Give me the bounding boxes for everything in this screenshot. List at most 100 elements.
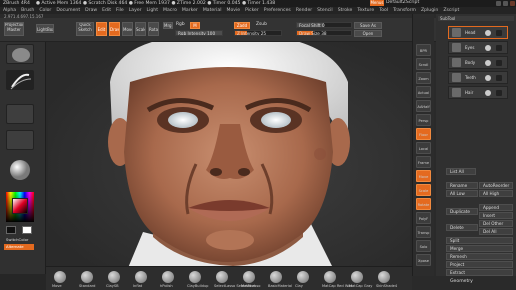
maximize-icon[interactable] — [503, 1, 508, 6]
remesh-menu[interactable]: Remesh — [446, 253, 513, 260]
rgb-intensity-slider[interactable]: Rgb Intensity 100 — [175, 30, 223, 36]
main-color-swatch[interactable] — [6, 226, 16, 234]
open-button[interactable]: Open — [354, 30, 382, 37]
save-as-button[interactable]: Save As — [354, 22, 382, 29]
zadd-button[interactable]: Zadd — [234, 22, 250, 29]
move-button[interactable]: Move — [122, 22, 133, 36]
menu-item-stencil[interactable]: Stencil — [317, 8, 333, 13]
tool-polyf-button[interactable]: PolyF — [416, 212, 431, 224]
list-all-button[interactable]: List All — [446, 168, 476, 175]
subtool-item[interactable]: Head — [448, 26, 508, 39]
m-toggle[interactable]: M — [190, 22, 200, 29]
tool-local-button[interactable]: Local — [416, 142, 431, 154]
tray-item-icon[interactable] — [351, 271, 363, 283]
menu-item-tool[interactable]: Tool — [379, 8, 388, 13]
menu-item-zscript[interactable]: Zscript — [443, 8, 459, 13]
draw-size-slider[interactable]: Draw Size 38 — [296, 30, 352, 36]
tool-bpr-button[interactable]: BPR — [416, 44, 431, 56]
zsub-button[interactable]: Zsub — [256, 22, 267, 27]
canvas-viewport[interactable] — [48, 33, 410, 268]
eye-icon[interactable] — [485, 90, 491, 96]
tool-floor-button[interactable]: Floor — [416, 128, 431, 140]
split-menu[interactable]: Split — [446, 237, 513, 244]
minimize-icon[interactable] — [496, 1, 501, 6]
eye-icon[interactable] — [485, 60, 491, 66]
menu-item-file[interactable]: File — [116, 8, 124, 13]
menu-item-draw[interactable]: Draw — [85, 8, 97, 13]
polypaint-toggle-icon[interactable] — [496, 45, 502, 51]
subtool-item[interactable]: Teeth — [448, 71, 508, 84]
autoreorder-button[interactable]: AutoReorder — [479, 182, 513, 189]
menu-item-preferences[interactable]: Preferences — [264, 8, 291, 13]
color-picker[interactable] — [6, 192, 34, 222]
tool-xpose-button[interactable]: Xpose — [416, 254, 431, 266]
texture-thumbnail[interactable] — [6, 130, 34, 150]
subtool-panel-header[interactable]: SubTool — [438, 16, 514, 21]
scale-button[interactable]: Scale — [135, 22, 146, 36]
del-all-button[interactable]: Del All — [479, 228, 513, 235]
mrgb-button[interactable]: Mrgb — [163, 22, 173, 29]
tool-persp-button[interactable]: Persp — [416, 114, 431, 126]
menu-item-render[interactable]: Render — [296, 8, 312, 13]
menu-item-stroke[interactable]: Stroke — [338, 8, 353, 13]
draw-button[interactable]: Draw — [109, 22, 120, 36]
polypaint-toggle-icon[interactable] — [496, 30, 502, 36]
rotate-button[interactable]: Rotate — [148, 22, 159, 36]
secondary-color-swatch[interactable] — [22, 226, 32, 234]
tool-scale-button[interactable]: Scale — [416, 184, 431, 196]
tool-zoom-button[interactable]: Zoom — [416, 72, 431, 84]
menu-item-macro[interactable]: Macro — [163, 8, 177, 13]
tool-transp-button[interactable]: Transp — [416, 226, 431, 238]
project-menu[interactable]: Project — [446, 261, 513, 268]
tool-actual-button[interactable]: Actual — [416, 86, 431, 98]
subtool-item[interactable]: Hair — [448, 86, 508, 99]
edit-button[interactable]: Edit — [96, 22, 107, 36]
tray-item-icon[interactable] — [81, 271, 93, 283]
menu-item-alpha[interactable]: Alpha — [3, 8, 16, 13]
menu-item-movie[interactable]: Movie — [226, 8, 240, 13]
tray-item-icon[interactable] — [54, 271, 66, 283]
menu-item-marker[interactable]: Marker — [182, 8, 198, 13]
menu-item-transform[interactable]: Transform — [393, 8, 416, 13]
menu-item-color[interactable]: Color — [39, 8, 51, 13]
tool-solo-button[interactable]: Solo — [416, 240, 431, 252]
projection-master-button[interactable]: Projection Master — [4, 22, 24, 36]
duplicate-button[interactable]: Duplicate — [446, 208, 478, 215]
append-button[interactable]: Append — [479, 204, 513, 211]
z-intensity-slider[interactable]: Z Intensity 25 — [234, 30, 282, 36]
alternate-button[interactable]: Alternate — [4, 244, 34, 250]
tool-aahalf-button[interactable]: AAHalf — [416, 100, 431, 112]
del-other-button[interactable]: Del Other — [479, 220, 513, 227]
delete-button[interactable]: Delete — [446, 224, 478, 231]
close-icon[interactable] — [510, 1, 515, 6]
menu-item-texture[interactable]: Texture — [357, 8, 374, 13]
subtool-item[interactable]: Body — [448, 56, 508, 69]
tray-item-icon[interactable] — [108, 271, 120, 283]
head-model[interactable] — [48, 33, 410, 268]
tray-item-icon[interactable] — [324, 271, 336, 283]
tray-item-icon[interactable] — [243, 271, 255, 283]
extract-menu[interactable]: Extract — [446, 269, 513, 276]
brush-thumbnail[interactable] — [6, 44, 34, 64]
rgb-toggle[interactable]: Rgb — [176, 22, 185, 27]
tray-item-icon[interactable] — [135, 271, 147, 283]
alpha-thumbnail[interactable] — [6, 104, 34, 124]
polypaint-toggle-icon[interactable] — [496, 60, 502, 66]
menu-item-layer[interactable]: Layer — [129, 8, 142, 13]
menu-item-zplugin[interactable]: Zplugin — [421, 8, 438, 13]
tray-item-icon[interactable] — [378, 271, 390, 283]
menu-item-brush[interactable]: Brush — [21, 8, 34, 13]
polypaint-toggle-icon[interactable] — [496, 90, 502, 96]
material-thumbnail[interactable] — [6, 158, 34, 182]
tray-item-icon[interactable] — [189, 271, 201, 283]
subtool-item[interactable]: Eyes — [448, 41, 508, 54]
all-low-button[interactable]: All Low — [446, 190, 478, 197]
tool-scroll-button[interactable]: Scroll — [416, 58, 431, 70]
menu-item-light[interactable]: Light — [147, 8, 158, 13]
tray-item-icon[interactable] — [297, 271, 309, 283]
rename-button[interactable]: Rename — [446, 182, 478, 189]
menu-item-edit[interactable]: Edit — [102, 8, 111, 13]
tool-frame-button[interactable]: Frame — [416, 156, 431, 168]
tool-move-button[interactable]: Move — [416, 170, 431, 182]
lightbox-button[interactable]: LightBox — [36, 24, 54, 33]
